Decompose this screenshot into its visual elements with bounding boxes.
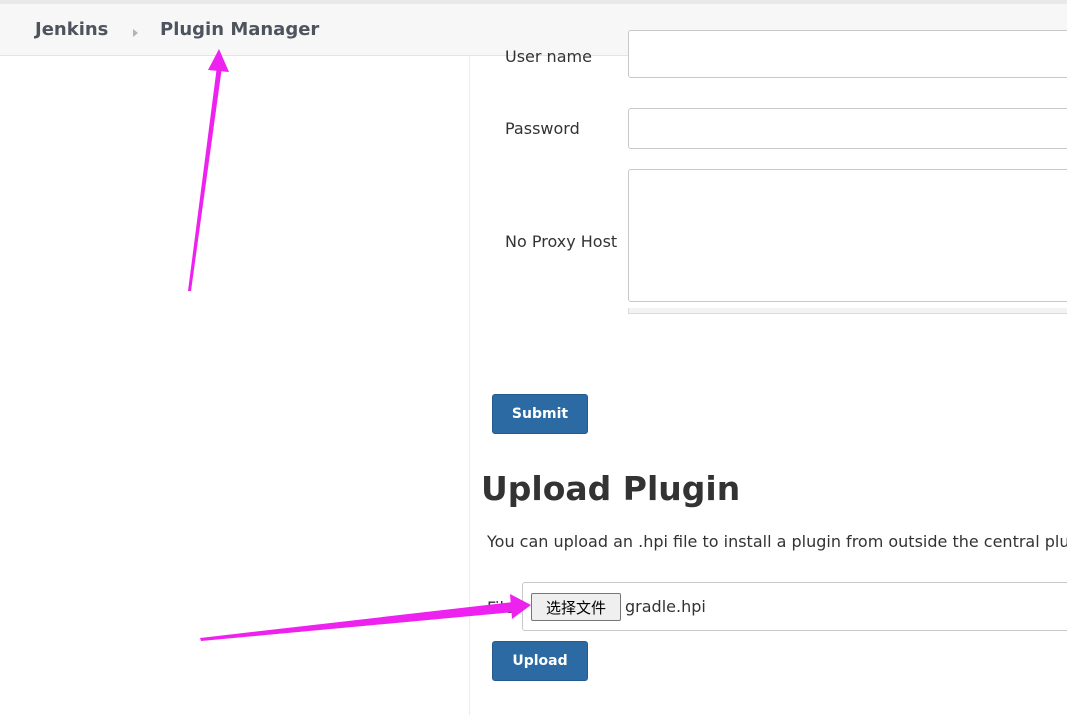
upload-button[interactable]: Upload bbox=[492, 641, 588, 681]
upload-plugin-description: You can upload an .hpi file to install a… bbox=[487, 532, 1067, 551]
selected-file-name: gradle.hpi bbox=[625, 597, 706, 616]
user-name-label: User name bbox=[505, 47, 592, 66]
file-label: File: bbox=[487, 598, 520, 617]
jenkins-plugin-manager-page: Jenkins Plugin Manager User name Passwor… bbox=[0, 0, 1067, 715]
arrow-to-choose-file-icon bbox=[200, 594, 531, 641]
choose-file-button[interactable]: 选择文件 bbox=[531, 593, 621, 621]
breadcrumb-item-jenkins[interactable]: Jenkins bbox=[35, 19, 108, 40]
textarea-resize-strip[interactable] bbox=[628, 308, 1067, 314]
upload-plugin-heading: Upload Plugin bbox=[481, 469, 741, 508]
no-proxy-host-label: No Proxy Host bbox=[505, 232, 618, 251]
password-label: Password bbox=[505, 119, 580, 138]
sidebar-divider bbox=[469, 56, 470, 715]
breadcrumb-separator-icon bbox=[133, 29, 138, 37]
breadcrumb-item-plugin-manager[interactable]: Plugin Manager bbox=[160, 19, 319, 40]
no-proxy-host-textarea[interactable] bbox=[628, 169, 1067, 302]
password-input[interactable] bbox=[628, 108, 1067, 149]
user-name-input[interactable] bbox=[628, 30, 1067, 78]
arrow-to-plugin-manager-icon bbox=[188, 49, 229, 291]
submit-button[interactable]: Submit bbox=[492, 394, 588, 434]
